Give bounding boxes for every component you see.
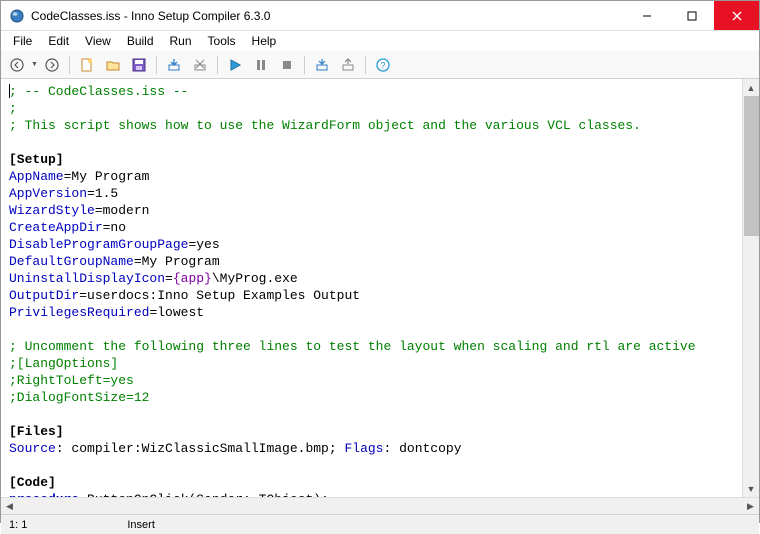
menubar: File Edit View Build Run Tools Help	[1, 31, 759, 51]
scrollbar-thumb[interactable]	[744, 96, 759, 236]
toolbar-separator	[365, 56, 366, 74]
svg-text:?: ?	[380, 60, 385, 70]
dropdown-arrow-icon[interactable]: ▼	[31, 61, 38, 68]
pause-button[interactable]	[249, 54, 273, 76]
menu-view[interactable]: View	[77, 32, 119, 50]
menu-run[interactable]: Run	[162, 32, 200, 50]
target-setup-button[interactable]	[310, 54, 334, 76]
horizontal-scrollbar[interactable]: ◀ ▶	[1, 497, 759, 514]
toolbar-separator	[304, 56, 305, 74]
save-button[interactable]	[127, 54, 151, 76]
statusbar: 1: 1 Insert	[1, 514, 759, 534]
text-cursor	[9, 84, 10, 98]
toolbar-separator	[69, 56, 70, 74]
menu-tools[interactable]: Tools	[200, 32, 244, 50]
scroll-left-icon[interactable]: ◀	[1, 498, 18, 514]
menu-help[interactable]: Help	[244, 32, 285, 50]
open-button[interactable]	[101, 54, 125, 76]
maximize-button[interactable]	[669, 1, 714, 30]
vertical-scrollbar[interactable]: ▲ ▼	[742, 79, 759, 497]
app-icon	[9, 8, 25, 24]
forward-button[interactable]	[40, 54, 64, 76]
help-button[interactable]: ?	[371, 54, 395, 76]
run-button[interactable]	[223, 54, 247, 76]
menu-file[interactable]: File	[5, 32, 40, 50]
toolbar-separator	[156, 56, 157, 74]
menu-build[interactable]: Build	[119, 32, 162, 50]
scroll-right-icon[interactable]: ▶	[742, 498, 759, 514]
status-mode: Insert	[127, 519, 155, 531]
toolbar: ▼ ?	[1, 51, 759, 79]
window-controls	[624, 1, 759, 30]
new-button[interactable]	[75, 54, 99, 76]
target-uninstall-button[interactable]	[336, 54, 360, 76]
toolbar-separator	[217, 56, 218, 74]
back-button[interactable]	[5, 54, 29, 76]
minimize-button[interactable]	[624, 1, 669, 30]
stop-compile-button[interactable]	[188, 54, 212, 76]
editor-area: ; -- CodeClasses.iss -- ; ; This script …	[1, 79, 759, 497]
menu-edit[interactable]: Edit	[40, 32, 77, 50]
status-position: 1: 1	[9, 519, 27, 531]
window-title: CodeClasses.iss - Inno Setup Compiler 6.…	[31, 9, 624, 23]
code-editor[interactable]: ; -- CodeClasses.iss -- ; ; This script …	[1, 79, 742, 497]
close-button[interactable]	[714, 1, 759, 30]
scrollbar-track[interactable]	[18, 498, 742, 514]
compile-button[interactable]	[162, 54, 186, 76]
scroll-up-icon[interactable]: ▲	[743, 79, 759, 96]
titlebar: CodeClasses.iss - Inno Setup Compiler 6.…	[1, 1, 759, 31]
stop-button[interactable]	[275, 54, 299, 76]
scroll-down-icon[interactable]: ▼	[743, 480, 759, 497]
